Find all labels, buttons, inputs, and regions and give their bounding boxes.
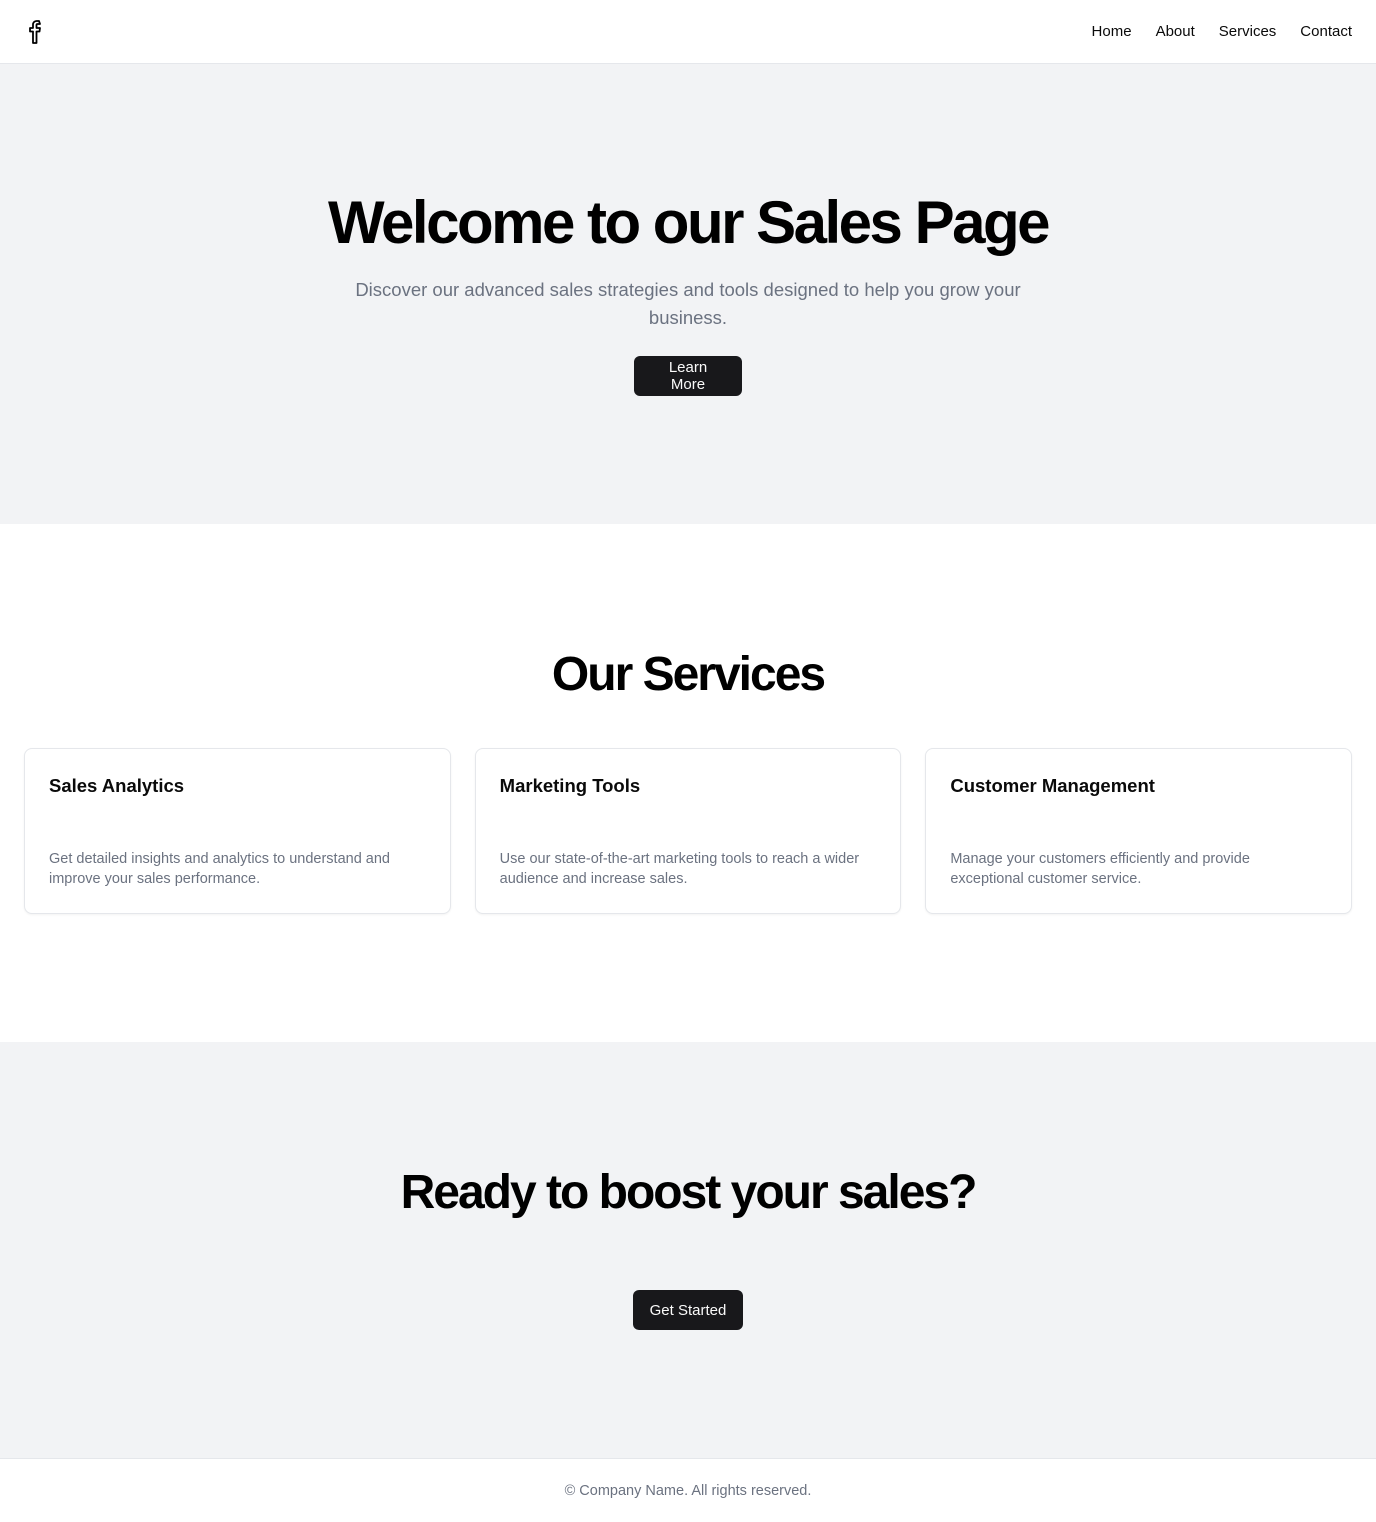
learn-more-button[interactable]: Learn More [634, 356, 742, 396]
site-footer: © Company Name. All rights reserved. [0, 1458, 1376, 1522]
get-started-button[interactable]: Get Started [633, 1290, 743, 1330]
nav-services-link[interactable]: Services [1219, 23, 1277, 40]
copyright-text: © Company Name. All rights reserved. [564, 1482, 812, 1499]
services-section: Our Services Sales Analytics Get detaile… [0, 524, 1376, 1042]
hero-subtitle: Discover our advanced sales strategies a… [355, 279, 1021, 328]
main-nav: Home About Services Contact [1092, 0, 1352, 63]
services-heading: Our Services [551, 648, 826, 701]
service-card-description: Use our state-of-the-art marketing tools… [499, 851, 860, 887]
nav-contact-link[interactable]: Contact [1300, 23, 1352, 40]
service-card-customer-management: Customer Management Manage your customer… [925, 748, 1353, 914]
service-card-title: Sales Analytics [49, 775, 185, 796]
service-card-marketing-tools: Marketing Tools Use our state-of-the-art… [474, 748, 902, 914]
cta-section: Ready to boost your sales? Get Started [0, 1042, 1376, 1458]
facebook-icon[interactable] [24, 18, 48, 46]
nav-about-link[interactable]: About [1156, 23, 1195, 40]
service-card-sales-analytics: Sales Analytics Get detailed insights an… [24, 748, 451, 914]
cta-heading: Ready to boost your sales? [400, 1166, 978, 1219]
nav-home-link[interactable]: Home [1092, 23, 1132, 40]
hero-title: Welcome to our Sales Page [328, 189, 1051, 256]
service-card-description: Get detailed insights and analytics to u… [49, 851, 390, 887]
site-header: Home About Services Contact [0, 0, 1376, 64]
service-card-title: Marketing Tools [499, 775, 641, 796]
services-card-list: Sales Analytics Get detailed insights an… [24, 748, 1353, 914]
service-card-description: Manage your customers efficiently and pr… [950, 851, 1250, 887]
hero-section: Welcome to our Sales Page Discover our a… [0, 64, 1376, 524]
service-card-title: Customer Management [950, 775, 1155, 796]
